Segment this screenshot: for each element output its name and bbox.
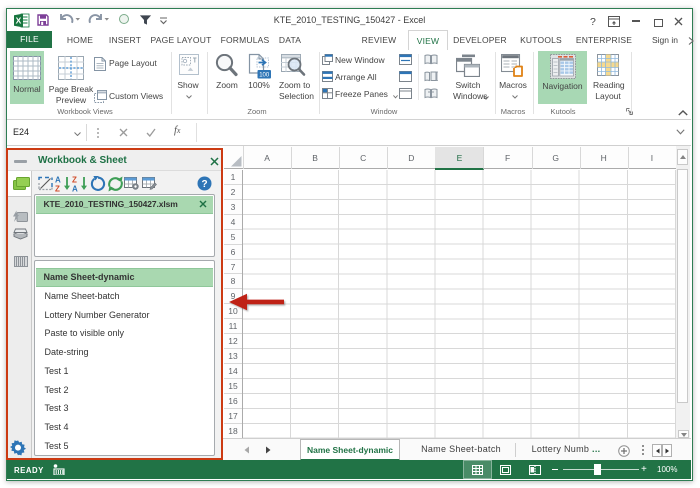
- svg-text:X: X: [16, 16, 22, 26]
- svg-text:A: A: [72, 185, 78, 193]
- svg-text:?: ?: [201, 179, 207, 190]
- svg-text:100: 100: [259, 73, 270, 79]
- svg-text:Z: Z: [72, 176, 77, 185]
- svg-text:Z: Z: [55, 185, 60, 193]
- svg-text:A: A: [55, 176, 61, 185]
